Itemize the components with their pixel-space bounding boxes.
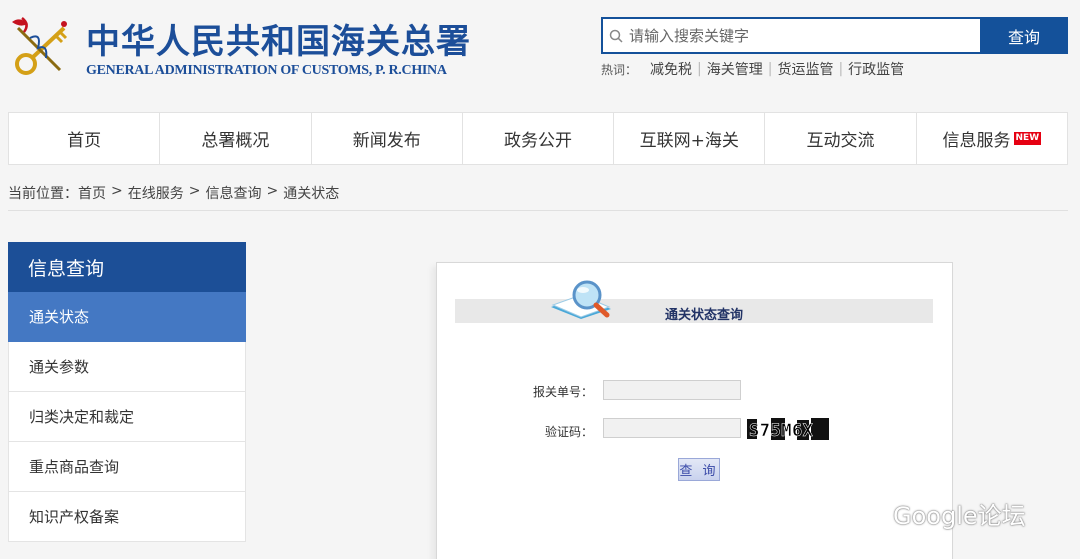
- nav-item-label: 新闻发布: [352, 131, 421, 151]
- declaration-number-label: 报关单号：: [532, 385, 593, 399]
- sidebar-title: 信息查询: [8, 242, 246, 292]
- breadcrumb-separator: >: [266, 183, 279, 199]
- breadcrumb-current: 通关状态: [283, 186, 340, 202]
- site-title[interactable]: 中华人民共和国海关总署: [86, 14, 471, 63]
- hot-words-label: 热词：: [601, 62, 638, 77]
- captcha-input[interactable]: [603, 418, 741, 438]
- wechat-icon: [854, 500, 886, 526]
- nav-item-label: 总署概况: [201, 131, 270, 151]
- nav-item-news[interactable]: 新闻发布: [312, 113, 463, 164]
- site-title-english: GENERAL ADMINISTRATION OF CUSTOMS, P. R.…: [86, 63, 447, 78]
- magnifier-icon: [547, 277, 621, 323]
- declaration-number-input[interactable]: [603, 380, 741, 400]
- captcha-label: 验证码：: [544, 425, 593, 439]
- nav-item-internet-customs[interactable]: 互联网+海关: [614, 113, 766, 164]
- sidebar-item-key-goods[interactable]: 重点商品查询: [8, 442, 246, 492]
- query-button[interactable]: 查 询: [678, 458, 720, 481]
- breadcrumb: 当前位置： 首页 > 在线服务 > 信息查询 > 通关状态: [8, 183, 339, 203]
- nav-item-gov-affairs[interactable]: 政务公开: [463, 113, 615, 164]
- customs-emblem-icon[interactable]: [8, 14, 78, 80]
- search-icon: [609, 29, 623, 43]
- search-box: 查询: [601, 17, 1068, 54]
- breadcrumb-prefix: 当前位置：: [8, 186, 78, 202]
- breadcrumb-separator: >: [111, 183, 123, 199]
- captcha-image[interactable]: S75M6X: [745, 415, 831, 443]
- hot-word-link[interactable]: 行政监管: [843, 59, 909, 79]
- main-nav: 首页 总署概况 新闻发布 政务公开 互联网+海关 互动交流 信息服务 NEW: [8, 112, 1068, 165]
- hot-word-link[interactable]: 货运监管: [772, 59, 838, 79]
- panel-title: 通关状态查询: [665, 308, 744, 323]
- breadcrumb-divider: [8, 210, 1068, 211]
- nav-item-label: 互动交流: [806, 131, 875, 151]
- captcha-text: S75M6X: [749, 421, 814, 441]
- nav-item-overview[interactable]: 总署概况: [160, 113, 312, 164]
- nav-item-label: 首页: [67, 131, 102, 151]
- sidebar-item-clearance-status[interactable]: 通关状态: [8, 292, 246, 342]
- nav-item-label: 信息服务: [942, 131, 1011, 151]
- breadcrumb-link[interactable]: 在线服务: [128, 183, 184, 203]
- search-button[interactable]: 查询: [980, 17, 1068, 54]
- hot-words: 热词： 减免税 | 海关管理 | 货运监管 | 行政监管: [601, 59, 909, 79]
- breadcrumb-link[interactable]: 信息查询: [205, 183, 261, 203]
- hot-word-link[interactable]: 海关管理: [702, 59, 768, 79]
- breadcrumb-separator: >: [188, 183, 201, 199]
- header: 中华人民共和国海关总署 GENERAL ADMINISTRATION OF CU…: [0, 0, 1080, 108]
- search-input[interactable]: [629, 26, 980, 45]
- nav-item-label: 政务公开: [503, 131, 572, 151]
- breadcrumb-link[interactable]: 首页: [78, 183, 106, 203]
- sidebar-item-ip-record[interactable]: 知识产权备案: [8, 492, 246, 542]
- sidebar-item-clearance-params[interactable]: 通关参数: [8, 342, 246, 392]
- nav-item-info-service[interactable]: 信息服务 NEW: [917, 113, 1067, 164]
- search-input-wrap: [601, 17, 980, 54]
- sidebar-item-classification[interactable]: 归类决定和裁定: [8, 392, 246, 442]
- nav-item-home[interactable]: 首页: [9, 113, 161, 164]
- watermark-text: Google论坛: [893, 502, 1026, 530]
- nav-item-label: 互联网+海关: [639, 131, 739, 151]
- nav-item-interaction[interactable]: 互动交流: [765, 113, 917, 164]
- sidebar: 信息查询 通关状态 通关参数 归类决定和裁定 重点商品查询 知识产权备案: [8, 242, 246, 542]
- watermark: Google论坛: [853, 496, 1026, 531]
- hot-word-link[interactable]: 减免税: [645, 59, 697, 79]
- new-badge: NEW: [1013, 132, 1042, 145]
